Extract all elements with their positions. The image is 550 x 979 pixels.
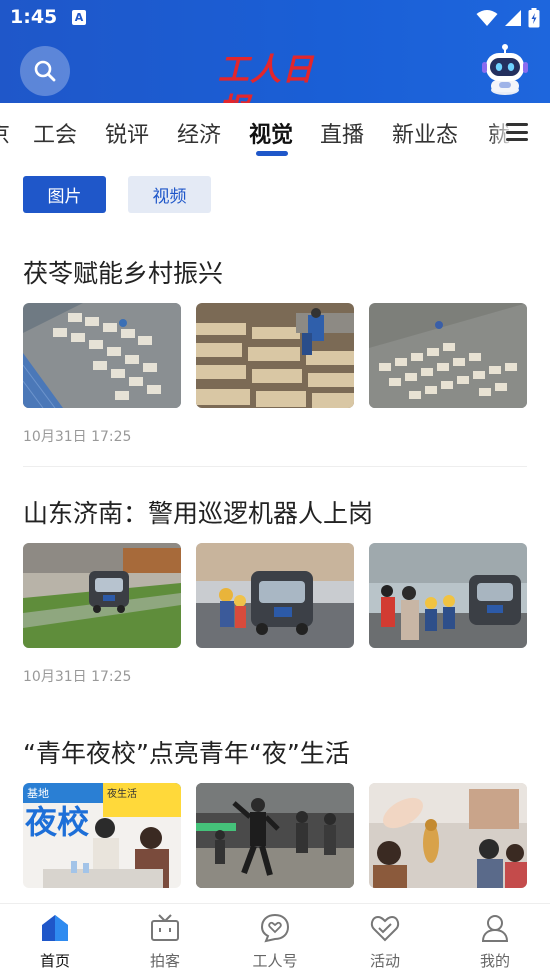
thumbnail-image[interactable] — [369, 543, 527, 648]
wifi-icon — [476, 10, 498, 26]
status-bar: 1:45 A — [0, 0, 550, 36]
tab-channel-6[interactable]: 新业态 — [392, 117, 458, 149]
poster-text-small: 夜生活 — [107, 787, 137, 800]
search-icon — [34, 60, 56, 82]
app-header: 工人日报 — [0, 36, 550, 128]
notification-icon: A — [72, 10, 86, 25]
thumbnail-image[interactable] — [196, 783, 354, 888]
home-icon — [42, 915, 68, 941]
poster-text-large: 夜校 — [24, 803, 89, 841]
thumbnail-image[interactable] — [196, 543, 354, 648]
top-bar: 1:45 A 工人日报 — [0, 0, 550, 128]
nav-home-label: 首页 — [39, 952, 70, 970]
battery-icon — [528, 8, 540, 28]
article-title[interactable]: “青年夜校”点亮青年“夜”生活 — [23, 734, 350, 770]
app-logo: 工人日报 — [218, 52, 314, 128]
tab-channel-2[interactable]: 锐评 — [105, 117, 149, 149]
system-icons — [476, 8, 540, 28]
menu-icon[interactable] — [506, 123, 528, 141]
tab-channel-4[interactable]: 视觉 — [249, 117, 293, 149]
thumbnail-image[interactable] — [23, 303, 181, 408]
active-tab-indicator — [256, 151, 288, 156]
nav-gongrenhao-label: 工人号 — [252, 952, 298, 970]
article-time: 10月31日 17:25 — [23, 669, 132, 685]
article-card[interactable]: 山东济南：警用巡逻机器人上岗 10月31日 17:25 — [0, 471, 550, 707]
nav-paike-label: 拍客 — [149, 952, 180, 970]
tab-channel-0[interactable]: 京 — [0, 117, 10, 149]
nav-home[interactable]: 首页 — [0, 904, 110, 979]
article-time: 10月31日 17:25 — [23, 429, 132, 445]
media-type-tabs: 图片 视频 — [0, 161, 550, 231]
nav-huodong-label: 活动 — [369, 952, 400, 970]
thumbnail-row: 基地 夜生活 夜校 — [23, 783, 527, 888]
chat-heart-icon — [260, 913, 290, 943]
heart-icon — [370, 915, 400, 942]
nav-huodong[interactable]: 活动 — [330, 904, 440, 979]
channel-tabs: 京 工会 锐评 经济 视觉 直播 新业态 就 — [0, 103, 550, 161]
search-button[interactable] — [20, 46, 70, 96]
thumbnail-image[interactable]: 基地 夜生活 夜校 — [23, 783, 181, 888]
article-title[interactable]: 山东济南：警用巡逻机器人上岗 — [23, 494, 373, 530]
tab-channel-1[interactable]: 工会 — [33, 117, 77, 149]
poster-text-top: 基地 — [27, 787, 49, 800]
subtab-pictures[interactable]: 图片 — [23, 176, 106, 213]
article-title[interactable]: 茯苓赋能乡村振兴 — [23, 254, 223, 290]
thumbnail-image[interactable] — [369, 783, 527, 888]
bottom-navigation: 首页 拍客 工人号 活动 我的 — [0, 903, 550, 979]
article-card[interactable]: “青年夜校”点亮青年“夜”生活 基地 夜生活 夜校 — [0, 711, 550, 903]
article-card[interactable]: 茯苓赋能乡村振兴 10月31日 17:25 — [0, 231, 550, 467]
user-icon — [481, 915, 509, 942]
thumbnail-row — [23, 543, 527, 648]
nav-paike[interactable]: 拍客 — [110, 904, 220, 979]
robot-assistant-icon[interactable] — [482, 44, 528, 96]
thumbnail-image[interactable] — [196, 303, 354, 408]
tab-channel-3[interactable]: 经济 — [177, 117, 221, 149]
thumbnail-image[interactable] — [23, 543, 181, 648]
thumbnail-image[interactable] — [369, 303, 527, 408]
divider — [23, 466, 527, 467]
subtab-videos[interactable]: 视频 — [128, 176, 211, 213]
nav-gongrenhao[interactable]: 工人号 — [220, 904, 330, 979]
signal-icon — [505, 10, 521, 26]
tab-channel-5[interactable]: 直播 — [320, 117, 364, 149]
tv-icon — [151, 914, 179, 941]
nav-mine-label: 我的 — [479, 952, 510, 970]
status-time: 1:45 — [10, 6, 58, 28]
nav-mine[interactable]: 我的 — [440, 904, 550, 979]
thumbnail-row — [23, 303, 527, 408]
